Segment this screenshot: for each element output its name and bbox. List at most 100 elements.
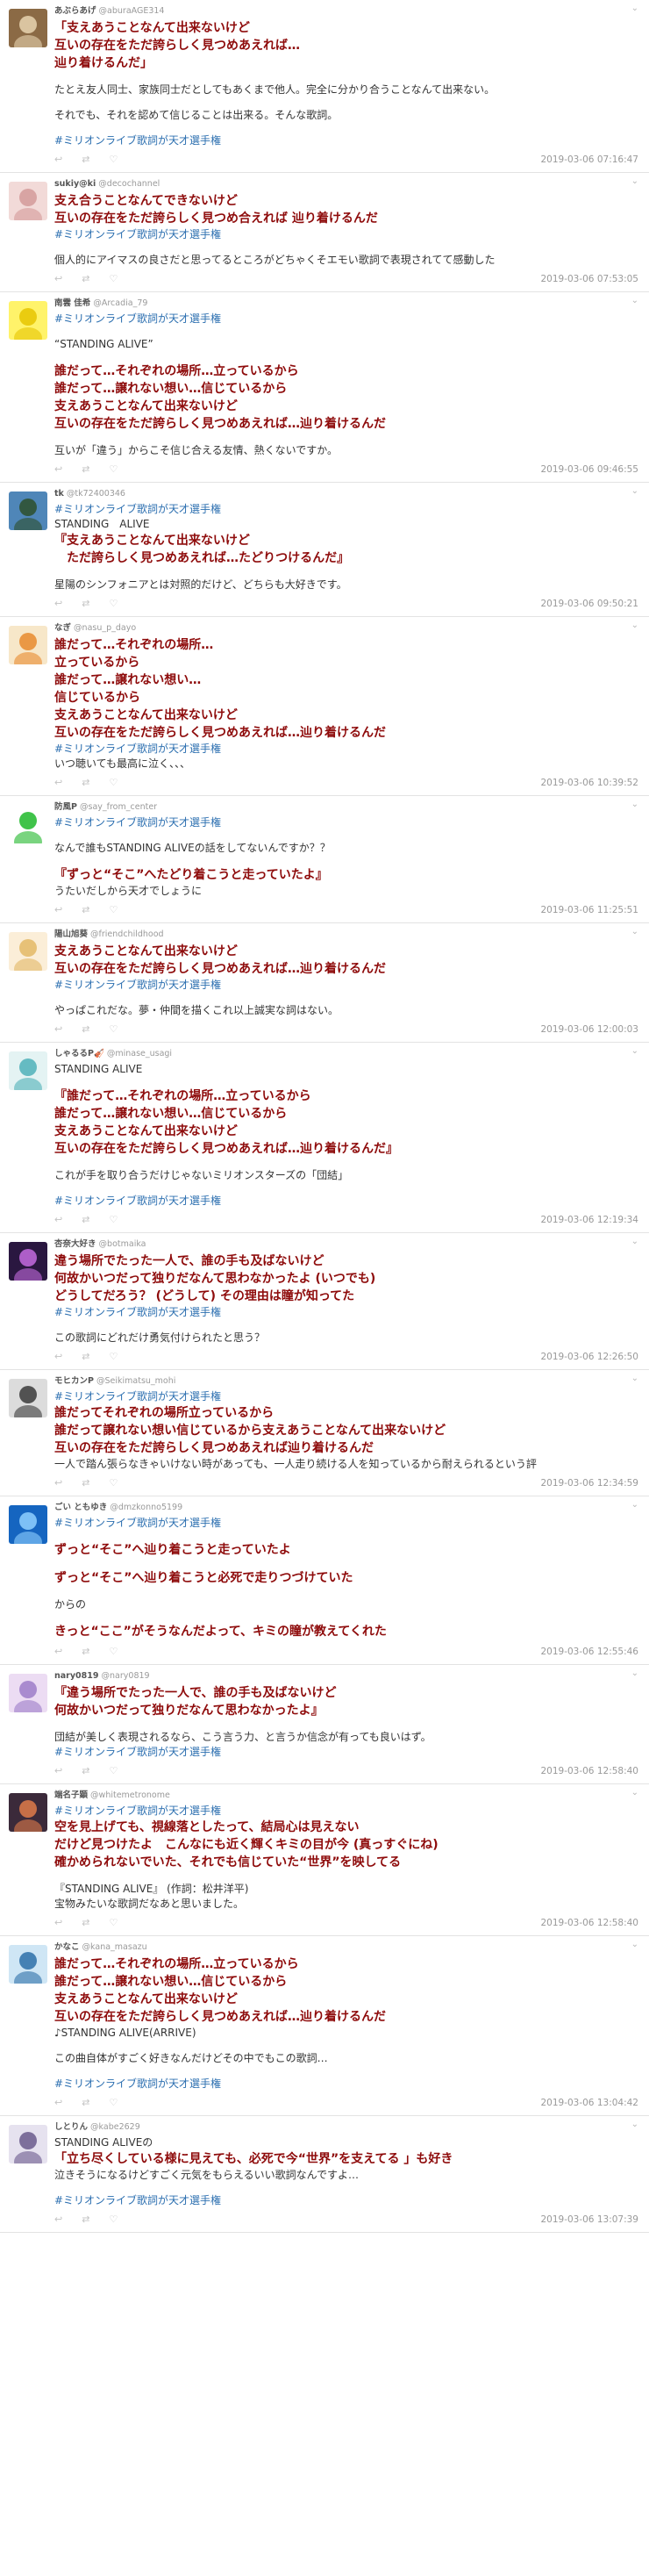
- timestamp-link[interactable]: 2019-03-06 12:26:50: [540, 1352, 638, 1362]
- reply-icon[interactable]: ↩: [54, 1646, 62, 1657]
- more-options-icon[interactable]: ⌄: [631, 1668, 638, 1678]
- like-icon[interactable]: ♡: [109, 154, 118, 165]
- display-name[interactable]: ごい ともゆき: [54, 1503, 107, 1512]
- tweet-item[interactable]: nary0819 @nary0819 ⌄ 『違う場所でたった一人で、誰の手も及ばない…: [0, 1665, 649, 1784]
- retweet-icon[interactable]: ⇄: [82, 1351, 89, 1362]
- like-icon[interactable]: ♡: [109, 1477, 118, 1489]
- display-name[interactable]: 端名子顕: [54, 1790, 88, 1800]
- display-name[interactable]: tk: [54, 489, 64, 499]
- timestamp-link[interactable]: 2019-03-06 07:53:05: [540, 274, 638, 284]
- tweet-item[interactable]: tk @tk72400346 ⌄ #ミリオンライブ歌詞が天才選手権 STANDING …: [0, 483, 649, 617]
- timestamp-link[interactable]: 2019-03-06 07:16:47: [540, 154, 638, 165]
- retweet-icon[interactable]: ⇄: [82, 2214, 89, 2225]
- reply-icon[interactable]: ↩: [54, 463, 62, 475]
- hashtag-link[interactable]: #ミリオンライブ歌詞が天才選手権: [54, 1745, 638, 1760]
- hashtag-link[interactable]: #ミリオンライブ歌詞が天才選手権: [54, 227, 638, 242]
- reply-icon[interactable]: ↩: [54, 1023, 62, 1035]
- more-options-icon[interactable]: ⌄: [631, 1046, 638, 1056]
- retweet-icon[interactable]: ⇄: [82, 1214, 89, 1225]
- retweet-icon[interactable]: ⇄: [82, 1917, 89, 1928]
- hashtag-link[interactable]: #ミリオンライブ歌詞が天才選手権: [54, 978, 638, 993]
- tweet-item[interactable]: かなこ @kana_masazu ⌄ 誰だって…それぞれの場所…立っているから 誰だっ…: [0, 1936, 649, 2116]
- username[interactable]: @nasu_p_dayo: [74, 623, 136, 633]
- username[interactable]: @minase_usagi: [107, 1049, 172, 1058]
- avatar[interactable]: [9, 1945, 47, 1984]
- avatar[interactable]: [9, 2125, 47, 2163]
- tweet-item[interactable]: sukiy@ki @decochannel ⌄ 支え合うことなんてできないけど 互いの…: [0, 173, 649, 292]
- username[interactable]: @Arcadia_79: [93, 298, 147, 308]
- timestamp-link[interactable]: 2019-03-06 10:39:52: [540, 778, 638, 788]
- avatar[interactable]: [9, 932, 47, 971]
- avatar[interactable]: [9, 1505, 47, 1544]
- retweet-icon[interactable]: ⇄: [82, 904, 89, 915]
- avatar[interactable]: [9, 626, 47, 664]
- reply-icon[interactable]: ↩: [54, 2214, 62, 2225]
- username[interactable]: @dmzkonno5199: [110, 1503, 182, 1512]
- hashtag-link[interactable]: #ミリオンライブ歌詞が天才選手権: [54, 742, 638, 757]
- more-options-icon[interactable]: ⌄: [631, 2120, 638, 2129]
- reply-icon[interactable]: ↩: [54, 598, 62, 609]
- display-name[interactable]: 防風P: [54, 802, 77, 812]
- more-options-icon[interactable]: ⌄: [631, 1788, 638, 1797]
- retweet-icon[interactable]: ⇄: [82, 1477, 89, 1489]
- retweet-icon[interactable]: ⇄: [82, 2097, 89, 2108]
- avatar[interactable]: [9, 182, 47, 220]
- display-name[interactable]: nary0819: [54, 1671, 99, 1681]
- reply-icon[interactable]: ↩: [54, 904, 62, 915]
- hashtag-link[interactable]: #ミリオンライブ歌詞が天才選手権: [54, 2193, 638, 2208]
- display-name[interactable]: 南雲 佳希: [54, 298, 90, 308]
- username[interactable]: @say_from_center: [80, 802, 157, 812]
- hashtag-link[interactable]: #ミリオンライブ歌詞が天才選手権: [54, 312, 638, 326]
- timestamp-link[interactable]: 2019-03-06 12:00:03: [540, 1024, 638, 1035]
- like-icon[interactable]: ♡: [109, 777, 118, 788]
- retweet-icon[interactable]: ⇄: [82, 154, 89, 165]
- hashtag-link[interactable]: #ミリオンライブ歌詞が天才選手権: [54, 1516, 638, 1531]
- hashtag-link[interactable]: #ミリオンライブ歌詞が天才選手権: [54, 815, 638, 830]
- like-icon[interactable]: ♡: [109, 598, 118, 609]
- timestamp-link[interactable]: 2019-03-06 11:25:51: [540, 905, 638, 915]
- avatar[interactable]: [9, 1793, 47, 1832]
- timestamp-link[interactable]: 2019-03-06 12:34:59: [540, 1478, 638, 1489]
- more-options-icon[interactable]: ⌄: [631, 1940, 638, 1949]
- avatar[interactable]: [9, 1051, 47, 1090]
- retweet-icon[interactable]: ⇄: [82, 1765, 89, 1776]
- username[interactable]: @whitemetronome: [90, 1790, 170, 1800]
- avatar[interactable]: [9, 492, 47, 530]
- more-options-icon[interactable]: ⌄: [631, 1500, 638, 1510]
- like-icon[interactable]: ♡: [109, 2097, 118, 2108]
- reply-icon[interactable]: ↩: [54, 2097, 62, 2108]
- username[interactable]: @friendchildhood: [90, 929, 164, 939]
- more-options-icon[interactable]: ⌄: [631, 800, 638, 809]
- hashtag-link[interactable]: #ミリオンライブ歌詞が天才選手権: [54, 2077, 638, 2092]
- tweet-item[interactable]: 端名子顕 @whitemetronome ⌄ #ミリオンライブ歌詞が天才選手権 空を見…: [0, 1784, 649, 1936]
- reply-icon[interactable]: ↩: [54, 154, 62, 165]
- timestamp-link[interactable]: 2019-03-06 13:07:39: [540, 2214, 638, 2225]
- tweet-item[interactable]: モヒカンP @Seikimatsu_mohi ⌄ #ミリオンライブ歌詞が天才選手権誰…: [0, 1370, 649, 1496]
- reply-icon[interactable]: ↩: [54, 1917, 62, 1928]
- username[interactable]: @nary0819: [102, 1671, 150, 1681]
- more-options-icon[interactable]: ⌄: [631, 927, 638, 936]
- more-options-icon[interactable]: ⌄: [631, 176, 638, 186]
- retweet-icon[interactable]: ⇄: [82, 1646, 89, 1657]
- display-name[interactable]: 杏奈大好き: [54, 1239, 96, 1249]
- username[interactable]: @tk72400346: [67, 489, 125, 499]
- username[interactable]: @kabe2629: [90, 2122, 140, 2132]
- reply-icon[interactable]: ↩: [54, 1214, 62, 1225]
- display-name[interactable]: しゃるるP🎻: [54, 1049, 104, 1058]
- timestamp-link[interactable]: 2019-03-06 13:04:42: [540, 2098, 638, 2108]
- username[interactable]: @Seikimatsu_mohi: [96, 1376, 175, 1386]
- more-options-icon[interactable]: ⌄: [631, 4, 638, 13]
- reply-icon[interactable]: ↩: [54, 1477, 62, 1489]
- more-options-icon[interactable]: ⌄: [631, 296, 638, 305]
- like-icon[interactable]: ♡: [109, 1646, 118, 1657]
- tweet-item[interactable]: 陽山旭葵 @friendchildhood ⌄ 支えあうことなんて出来ないけど 互いの…: [0, 923, 649, 1043]
- avatar[interactable]: [9, 9, 47, 47]
- display-name[interactable]: なぎ: [54, 623, 71, 633]
- timestamp-link[interactable]: 2019-03-06 09:50:21: [540, 599, 638, 609]
- timestamp-link[interactable]: 2019-03-06 12:55:46: [540, 1647, 638, 1657]
- more-options-icon[interactable]: ⌄: [631, 486, 638, 496]
- tweet-item[interactable]: 南雲 佳希 @Arcadia_79 ⌄ #ミリオンライブ歌詞が天才選手権 “STAND…: [0, 292, 649, 483]
- hashtag-link[interactable]: #ミリオンライブ歌詞が天才選手権: [54, 1194, 638, 1209]
- retweet-icon[interactable]: ⇄: [82, 1023, 89, 1035]
- like-icon[interactable]: ♡: [109, 1351, 118, 1362]
